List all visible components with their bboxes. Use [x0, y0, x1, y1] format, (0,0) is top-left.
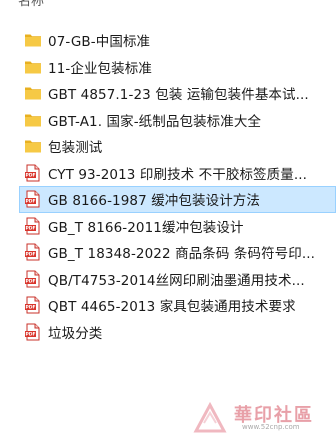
pdf-icon: PDF	[24, 190, 42, 208]
list-item[interactable]: PDF QBT 4465-2013 家具包装通用技术要求	[19, 292, 336, 319]
file-name: GBT 4857.1-23 包装 运输包装件基本试...	[48, 87, 309, 104]
pdf-icon: PDF	[24, 217, 42, 235]
folder-icon	[24, 137, 42, 155]
file-name: CYT 93-2013 印刷技术 不干胶标签质量...	[48, 166, 308, 183]
watermark-logo-icon	[193, 401, 227, 433]
svg-text:PDF: PDF	[25, 305, 35, 311]
file-name: GB_T 8166-2011缓冲包装设计	[48, 219, 244, 236]
file-name: QB/T4753-2014丝网印刷油墨通用技术...	[48, 272, 305, 289]
watermark: 華印社區 www.52cnp.com	[190, 401, 330, 437]
file-name: GBT-A1. 国家-纸制品包装标准大全	[48, 113, 262, 130]
svg-text:PDF: PDF	[25, 225, 35, 231]
file-explorer: 名称 07-GB-中国标准 11-企业包装标准 GBT 4857.1-23 包装 运…	[0, 0, 336, 441]
folder-icon	[24, 58, 42, 76]
list-item[interactable]: GBT 4857.1-23 包装 运输包装件基本试...	[19, 80, 336, 107]
name-column-header[interactable]: 名称	[18, 0, 44, 12]
list-item[interactable]: PDF GB_T 8166-2011缓冲包装设计	[19, 213, 336, 240]
list-item[interactable]: PDF GB 8166-1987 缓冲包装设计方法	[19, 186, 336, 213]
pdf-icon: PDF	[24, 296, 42, 314]
svg-text:PDF: PDF	[25, 278, 35, 284]
pdf-icon: PDF	[24, 323, 42, 341]
file-name: GB 8166-1987 缓冲包装设计方法	[48, 193, 260, 210]
folder-icon	[24, 31, 42, 49]
svg-text:PDF: PDF	[25, 252, 35, 258]
pdf-icon: PDF	[24, 243, 42, 261]
folder-icon	[24, 111, 42, 129]
list-item[interactable]: 07-GB-中国标准	[19, 27, 336, 54]
file-name: 垃圾分类	[48, 325, 103, 342]
list-item[interactable]: 11-企业包装标准	[19, 54, 336, 81]
list-item[interactable]: PDF CYT 93-2013 印刷技术 不干胶标签质量...	[19, 160, 336, 187]
folder-icon	[24, 84, 42, 102]
pdf-icon: PDF	[24, 164, 42, 182]
file-list: 07-GB-中国标准 11-企业包装标准 GBT 4857.1-23 包装 运输包装…	[19, 27, 336, 345]
svg-text:PDF: PDF	[25, 199, 35, 205]
list-item[interactable]: 包装测试	[19, 133, 336, 160]
list-item[interactable]: PDF 垃圾分类	[19, 319, 336, 346]
list-item[interactable]: GBT-A1. 国家-纸制品包装标准大全	[19, 107, 336, 134]
list-item[interactable]: PDF QB/T4753-2014丝网印刷油墨通用技术...	[19, 266, 336, 293]
file-name: GB_T 18348-2022 商品条码 条码符号印...	[48, 246, 316, 263]
list-item[interactable]: PDF GB_T 18348-2022 商品条码 条码符号印...	[19, 239, 336, 266]
pdf-icon: PDF	[24, 270, 42, 288]
watermark-url: www.52cnp.com	[242, 423, 300, 431]
file-name: 包装测试	[48, 140, 103, 157]
svg-text:PDF: PDF	[25, 172, 35, 178]
file-name: QBT 4465-2013 家具包装通用技术要求	[48, 299, 296, 316]
file-name: 07-GB-中国标准	[48, 34, 151, 51]
svg-text:PDF: PDF	[25, 331, 35, 337]
file-name: 11-企业包装标准	[48, 60, 152, 77]
